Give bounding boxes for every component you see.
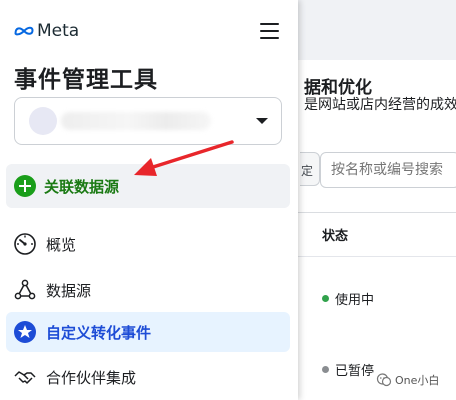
status-badge: 使用中 — [322, 289, 374, 308]
data-sources-icon — [12, 277, 38, 303]
star-badge-icon — [12, 319, 38, 345]
status-label: 已暂停 — [335, 364, 375, 379]
sidebar-item-label: 自定义转化事件 — [46, 323, 152, 342]
table-divider — [298, 212, 456, 213]
meta-infinity-icon — [14, 26, 34, 36]
watermark-text: One小白 — [395, 374, 440, 387]
redacted-account-name — [61, 112, 211, 130]
watermark: One小白 — [376, 372, 439, 388]
account-selector[interactable] — [14, 97, 282, 145]
search-input[interactable] — [320, 152, 456, 188]
sidebar-item-partner-integrations[interactable]: 合作伙伴集成 — [6, 357, 290, 397]
sidebar-item-custom-conversions[interactable]: 自定义转化事件 — [6, 312, 290, 352]
gauge-icon — [12, 231, 38, 257]
caret-down-icon — [256, 118, 268, 124]
column-header-status[interactable]: 状态 — [322, 225, 348, 244]
filter-dropdown[interactable]: 定 — [300, 152, 320, 186]
connect-data-source-button[interactable]: 关联数据源 — [6, 164, 290, 208]
meta-logo[interactable]: Meta — [14, 21, 79, 41]
brand-name: Meta — [37, 21, 80, 41]
app-title: 事件管理工具 — [14, 67, 158, 93]
wechat-icon — [376, 373, 392, 387]
sidebar: Meta 事件管理工具 关联数据源 概览 数据源 自定义转化事件 合作伙伴集成 — [0, 0, 298, 400]
status-badge: 已暂停 — [322, 360, 374, 379]
row-divider — [298, 256, 456, 257]
hamburger-menu-icon[interactable] — [258, 20, 282, 42]
status-dot — [322, 366, 329, 373]
sidebar-item-label: 合作伙伴集成 — [46, 368, 137, 387]
sidebar-item-label: 数据源 — [46, 281, 92, 300]
avatar — [29, 107, 57, 135]
plus-circle-icon — [14, 175, 36, 197]
handshake-icon — [12, 364, 38, 390]
sidebar-item-overview[interactable]: 概览 — [6, 224, 290, 264]
status-label: 使用中 — [335, 293, 375, 308]
sidebar-item-label: 概览 — [46, 235, 77, 254]
status-dot — [322, 295, 329, 302]
sidebar-item-data-sources[interactable]: 数据源 — [6, 270, 290, 310]
page-subheading: 是网站或店内经营的成效， — [304, 97, 456, 113]
connect-label: 关联数据源 — [44, 177, 120, 196]
